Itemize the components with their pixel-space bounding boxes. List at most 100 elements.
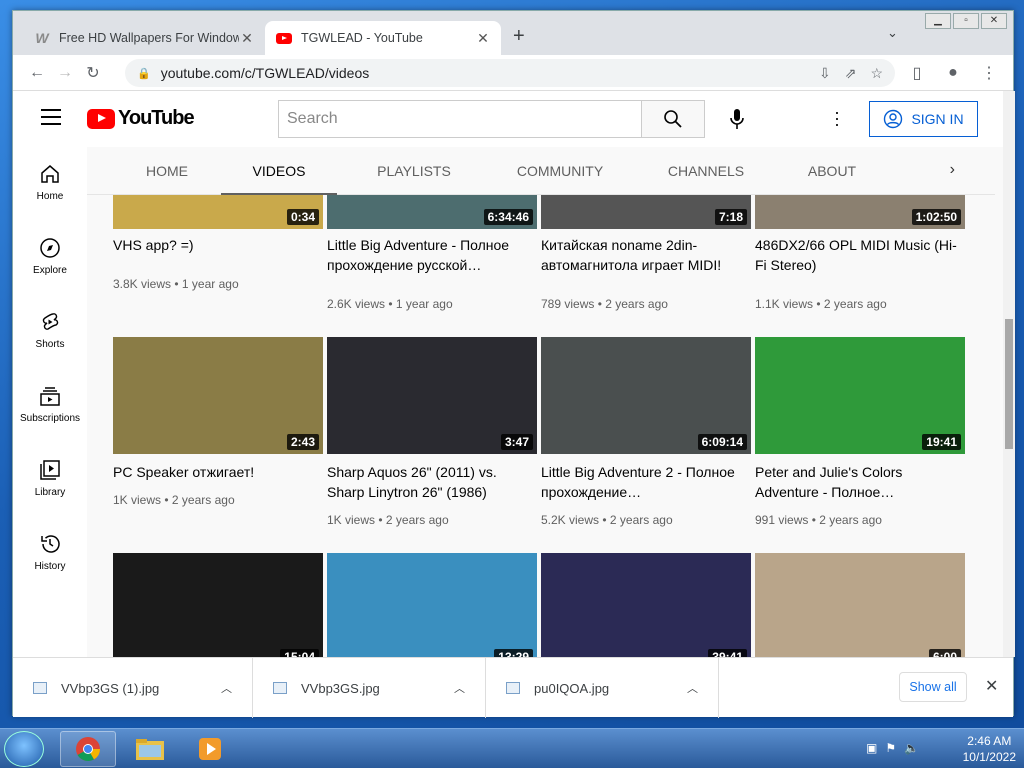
reload-icon[interactable]: ↻ (79, 59, 107, 87)
install-icon[interactable]: ⇩ (819, 65, 831, 82)
close-tab-icon[interactable]: ✕ (475, 30, 491, 47)
video-thumbnail[interactable]: 6:00 (755, 553, 965, 657)
video-thumbnail[interactable]: 15:04 (113, 553, 323, 657)
new-tab-icon[interactable]: + (513, 25, 525, 48)
voice-search-button[interactable] (721, 103, 753, 135)
sign-in-button[interactable]: SIGN IN (869, 101, 978, 137)
chevron-up-icon[interactable]: ︿ (687, 680, 698, 696)
show-all-button[interactable]: Show all (899, 672, 967, 702)
close-shelf-icon[interactable]: ✕ (985, 676, 998, 696)
tab-about[interactable]: ABOUT (787, 147, 877, 195)
bookmark-star-icon[interactable]: ☆ (870, 65, 883, 82)
video-title[interactable]: 486DX2/66 OPL MIDI Music (Hi-Fi Stereo) (755, 235, 965, 275)
tab-playlists[interactable]: PLAYLISTS (357, 147, 471, 195)
forward-icon[interactable]: → (51, 59, 79, 87)
wallpaper-favicon-icon: W (35, 30, 49, 46)
menu-hamburger-icon[interactable] (41, 109, 61, 130)
video-title[interactable]: Sharp Aquos 26" (2011) vs. Sharp Linytro… (327, 462, 537, 502)
view-count: 1K views (327, 513, 376, 527)
guide-item-history[interactable]: History (13, 533, 87, 572)
system-tray: ▣ ⚑ 🔈 (866, 741, 919, 755)
guide-label: Home (36, 191, 64, 202)
browser-window: W Free HD Wallpapers For Windows ✕ TGWLE… (12, 10, 1015, 718)
address-bar[interactable]: 🔒 youtube.com/c/TGWLEAD/videos ⇩ ⇗ ☆ (125, 59, 895, 87)
video-thumbnail[interactable]: 39:41 (541, 553, 751, 657)
search-button[interactable] (641, 100, 705, 138)
tab-wallpapers[interactable]: W Free HD Wallpapers For Windows ✕ (23, 21, 265, 55)
tab-search-chevron-icon[interactable]: ⌄ (887, 25, 898, 41)
profile-avatar-icon[interactable]: ● (939, 59, 967, 87)
media-player-icon (199, 738, 221, 760)
video-thumbnail[interactable]: 6:09:14 (541, 337, 751, 454)
lock-icon: 🔒 (137, 67, 151, 80)
action-center-flag-icon[interactable]: ⚑ (885, 741, 896, 755)
guide-label: Shorts (35, 339, 65, 350)
duration-badge: 2:43 (286, 434, 319, 450)
chevron-up-icon[interactable]: ︿ (454, 680, 465, 696)
browser-menu-icon[interactable]: ⋮ (975, 59, 1003, 87)
youtube-logo[interactable]: YouTube (87, 107, 195, 130)
guide-item-subscriptions[interactable]: Subscriptions (13, 385, 87, 424)
tab-community[interactable]: COMMUNITY (495, 147, 625, 195)
search-input[interactable]: Search (278, 100, 642, 138)
compass-icon (40, 238, 60, 258)
video-thumbnail[interactable]: 2:43 (113, 337, 323, 454)
guide-item-library[interactable]: Library (13, 459, 87, 498)
tab-youtube[interactable]: TGWLEAD - YouTube ✕ (265, 21, 501, 55)
clock[interactable]: 2:46 AM 10/1/2022 (963, 733, 1016, 765)
chevron-right-icon[interactable]: › (950, 161, 955, 179)
duration-badge: 0:34 (286, 209, 319, 225)
duration-badge: 6:34:46 (483, 209, 533, 225)
share-icon[interactable]: ⇗ (845, 65, 857, 82)
duration-badge: 13:29 (494, 649, 533, 657)
video-title[interactable]: Little Big Adventure - Полное прохождени… (327, 235, 537, 275)
back-icon[interactable]: ← (23, 59, 51, 87)
chrome-icon (76, 737, 100, 762)
upload-age: 1 year ago (181, 277, 239, 291)
video-meta: 5.2K views • 2 years ago (541, 513, 673, 527)
close-tab-icon[interactable]: ✕ (239, 30, 255, 47)
tab-channels[interactable]: CHANNELS (645, 147, 767, 195)
video-thumbnail[interactable]: 3:47 (327, 337, 537, 454)
close-window-icon[interactable]: ✕ (981, 13, 1007, 29)
start-button[interactable] (4, 731, 44, 767)
home-icon (41, 165, 59, 183)
guide-item-explore[interactable]: Explore (13, 237, 87, 276)
download-item[interactable]: VVbp3GS.jpg ︿ (253, 658, 486, 718)
tab-home[interactable]: HOME (127, 147, 207, 195)
duration-badge: 6:09:14 (697, 434, 747, 450)
video-title[interactable]: Peter and Julie's Colors Adventure - Пол… (755, 462, 965, 502)
media-player-taskbar-icon[interactable] (182, 731, 238, 767)
video-title[interactable]: Little Big Adventure 2 - Полное прохожде… (541, 462, 751, 502)
view-count: 5.2K views (541, 513, 600, 527)
tab-title: TGWLEAD - YouTube (301, 31, 423, 45)
chevron-up-icon[interactable]: ︿ (221, 680, 232, 696)
settings-more-icon[interactable]: · · · (829, 103, 845, 133)
guide-item-shorts[interactable]: Shorts (13, 311, 87, 350)
duration-badge: 3:47 (500, 434, 533, 450)
chrome-taskbar-icon[interactable] (60, 731, 116, 767)
video-thumbnail[interactable]: 13:29 (327, 553, 537, 657)
guide-label: History (34, 561, 66, 572)
video-title[interactable]: PC Speaker отжигает! (113, 462, 323, 482)
page-scrollbar[interactable] (1003, 91, 1015, 657)
logo-text: YouTube (118, 107, 195, 129)
tab-videos[interactable]: VIDEOS (221, 147, 337, 195)
clock-date: 10/1/2022 (962, 750, 1016, 764)
explorer-taskbar-icon[interactable] (122, 731, 178, 767)
download-item[interactable]: pu0IQOA.jpg ︿ (486, 658, 719, 718)
network-icon[interactable]: ▣ (866, 741, 877, 755)
video-thumbnail[interactable]: 19:41 (755, 337, 965, 454)
side-panel-icon[interactable]: ▯ (903, 59, 931, 87)
volume-icon[interactable]: 🔈 (904, 741, 919, 755)
minimize-icon[interactable]: ▁ (925, 13, 951, 29)
video-title[interactable]: VHS app? =) (113, 235, 323, 255)
view-count: 1.1K views (755, 297, 814, 311)
upload-age: 1 year ago (395, 297, 453, 311)
video-title[interactable]: Китайская noname 2din-автомагнитола игра… (541, 235, 751, 275)
guide-item-home[interactable]: Home (13, 163, 87, 202)
maximize-icon[interactable]: ▫ (953, 13, 979, 29)
download-item[interactable]: VVbp3GS (1).jpg ︿ (13, 658, 253, 718)
duration-badge: 15:04 (280, 649, 319, 657)
scrollbar-thumb[interactable] (1005, 319, 1013, 449)
